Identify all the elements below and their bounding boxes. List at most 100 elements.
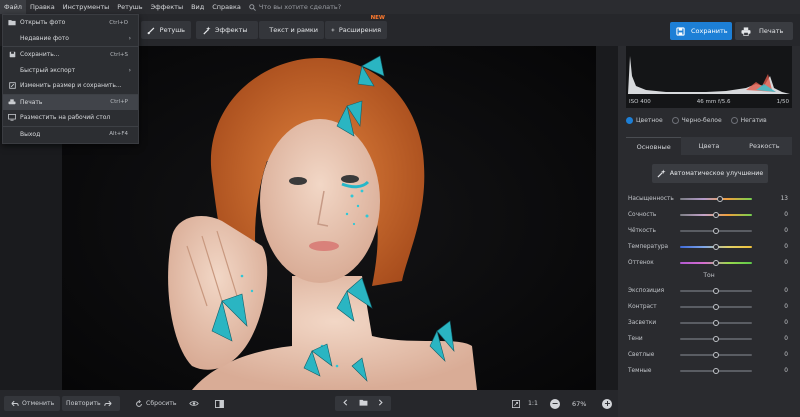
adjustment-tabs: Основные Цвета Резкость xyxy=(626,137,792,155)
redo-button[interactable]: Повторить xyxy=(62,396,120,411)
menu-item-open-photo[interactable]: Открыть фото Ctrl+O xyxy=(3,15,138,31)
undo-icon xyxy=(11,400,19,407)
clarity-slider[interactable]: Чёткость 0 xyxy=(628,226,790,236)
mode-color-radio[interactable]: Цветное xyxy=(626,116,663,124)
menu-item-print[interactable]: Печать Ctrl+P xyxy=(3,94,138,110)
menu-retouch[interactable]: Ретушь xyxy=(113,0,146,14)
retouch-tool-button[interactable]: Ретушь xyxy=(141,21,191,39)
slider-label: Контраст xyxy=(628,304,657,310)
tint-slider[interactable]: Оттенок 0 xyxy=(628,258,790,268)
print-button[interactable]: Печать xyxy=(735,22,793,40)
plus-icon xyxy=(331,28,335,32)
slider-track[interactable] xyxy=(680,228,752,234)
mode-negative-radio[interactable]: Негатив xyxy=(730,116,767,124)
slider-knob[interactable] xyxy=(713,368,719,374)
slider-knob[interactable] xyxy=(713,244,719,250)
auto-enhance-button[interactable]: Автоматическое улучшение xyxy=(652,164,768,183)
menu-item-set-desktop[interactable]: Разместить на рабочий стол xyxy=(3,110,138,126)
extensions-tool-button[interactable]: Расширения NEW xyxy=(325,15,387,39)
menu-item-quick-export[interactable]: Быстрый экспорт › xyxy=(3,63,138,79)
slider-value: 0 xyxy=(784,288,788,294)
slider-track[interactable] xyxy=(680,244,752,250)
menu-effects[interactable]: Эффекты xyxy=(147,0,188,14)
undo-button[interactable]: Отменить xyxy=(4,396,60,411)
mode-label: Черно-белое xyxy=(681,116,722,124)
exposure-slider[interactable]: Экспозиция 0 xyxy=(628,286,790,296)
tab-basic[interactable]: Основные xyxy=(626,137,682,155)
slider-track[interactable] xyxy=(680,212,752,218)
menu-item-label: Разместить на рабочий стол xyxy=(20,114,111,122)
slider-knob[interactable] xyxy=(713,320,719,326)
menu-file[interactable]: Файл xyxy=(0,0,26,14)
zoom-level: 67% xyxy=(572,399,587,408)
tab-colors[interactable]: Цвета xyxy=(681,137,737,155)
tone-section-title: Тон xyxy=(703,272,715,279)
effects-tool-button[interactable]: Эффекты xyxy=(196,21,258,39)
slider-knob[interactable] xyxy=(713,304,719,310)
search-placeholder: Что вы хотите сделать? xyxy=(258,3,342,11)
menu-edit[interactable]: Правка xyxy=(26,0,59,14)
whites-slider[interactable]: Светлые 0 xyxy=(628,350,790,360)
slider-knob[interactable] xyxy=(716,196,723,202)
retouch-tool-label: Ретушь xyxy=(159,26,185,34)
photo-preview[interactable] xyxy=(62,46,596,390)
reset-icon xyxy=(136,399,142,407)
slider-value: 0 xyxy=(784,260,788,266)
menu-item-label: Открыть фото xyxy=(20,19,66,27)
menu-item-exit[interactable]: Выход Alt+F4 xyxy=(3,127,138,143)
actual-size-button[interactable]: 1:1 xyxy=(524,396,542,411)
saturation-slider[interactable]: Насыщенность 13 xyxy=(628,194,790,204)
prev-photo-icon[interactable] xyxy=(339,399,351,408)
contrast-slider[interactable]: Контраст 0 xyxy=(628,302,790,312)
slider-track[interactable] xyxy=(680,368,752,374)
temperature-slider[interactable]: Температура 0 xyxy=(628,242,790,252)
save-button[interactable]: Сохранить xyxy=(670,22,732,40)
text-frames-tool-label: Текст и рамки xyxy=(269,26,318,34)
menu-item-recent-photos[interactable]: Недавние фото › xyxy=(3,31,138,47)
slider-knob[interactable] xyxy=(713,260,719,266)
slider-value: 0 xyxy=(784,304,788,310)
slider-knob[interactable] xyxy=(713,228,719,234)
preview-toggle-button[interactable] xyxy=(182,396,206,411)
open-folder-icon[interactable] xyxy=(356,399,371,408)
brush-icon xyxy=(147,26,155,34)
next-photo-icon[interactable] xyxy=(375,399,387,408)
slider-track[interactable] xyxy=(680,288,752,294)
zoom-in-button[interactable]: + xyxy=(602,398,613,409)
tab-sharpness[interactable]: Резкость xyxy=(736,137,792,155)
menu-help[interactable]: Справка xyxy=(208,0,245,14)
histogram xyxy=(626,46,792,96)
shadows-slider[interactable]: Тени 0 xyxy=(628,334,790,344)
mode-bw-radio[interactable]: Черно-белое xyxy=(671,116,722,124)
slider-knob[interactable] xyxy=(713,352,719,358)
zoom-out-button[interactable]: − xyxy=(550,398,560,409)
slider-value: 0 xyxy=(784,228,788,234)
slider-knob[interactable] xyxy=(713,336,719,342)
slider-track[interactable] xyxy=(680,260,752,266)
slider-track[interactable] xyxy=(680,336,752,342)
slider-label: Сочность xyxy=(628,212,657,218)
search-box[interactable]: Что вы хотите сделать? xyxy=(249,3,341,11)
slider-value: 0 xyxy=(784,352,788,358)
slider-track[interactable] xyxy=(680,352,752,358)
compare-button[interactable] xyxy=(208,396,231,411)
slider-track[interactable] xyxy=(680,304,752,310)
menu-tools[interactable]: Инструменты xyxy=(59,0,114,14)
desktop-icon xyxy=(8,114,16,122)
printer-icon xyxy=(8,98,16,106)
slider-knob[interactable] xyxy=(713,288,719,294)
slider-label: Тени xyxy=(628,336,643,342)
menu-item-label: Недавние фото xyxy=(20,34,69,42)
slider-track[interactable] xyxy=(680,320,752,326)
text-frames-tool-button[interactable]: Текст и рамки xyxy=(259,21,324,39)
new-badge: NEW xyxy=(370,15,385,21)
slider-knob[interactable] xyxy=(713,212,719,218)
menu-view[interactable]: Вид xyxy=(187,0,208,14)
menu-item-save[interactable]: Сохранить... Ctrl+S xyxy=(3,47,138,63)
vibrance-slider[interactable]: Сочность 0 xyxy=(628,210,790,220)
highlights-slider[interactable]: Засветки 0 xyxy=(628,318,790,328)
reset-button[interactable]: Сбросить xyxy=(128,396,181,411)
blacks-slider[interactable]: Темные 0 xyxy=(628,366,790,376)
slider-track[interactable] xyxy=(680,196,752,202)
menu-item-resize-save[interactable]: Изменить размер и сохранить... xyxy=(3,78,138,94)
